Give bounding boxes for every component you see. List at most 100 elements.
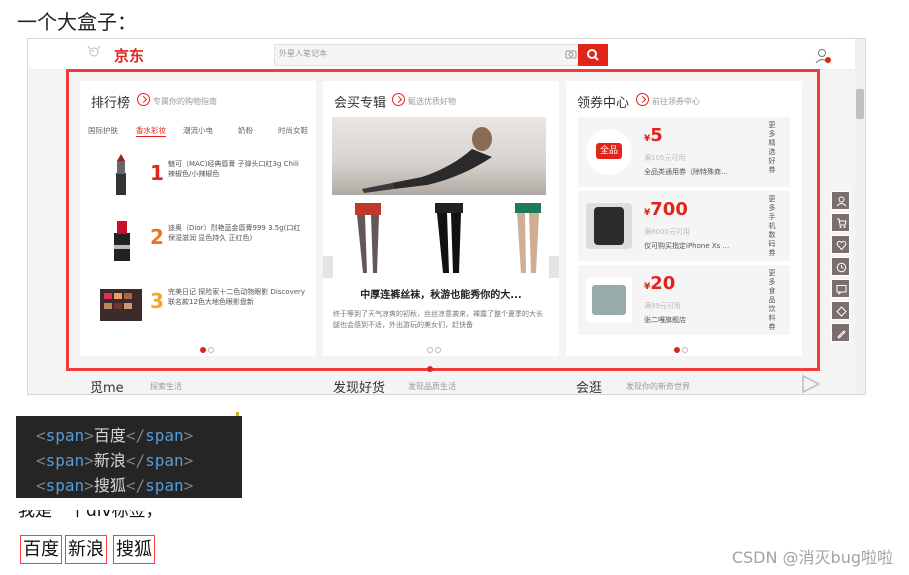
bottom-subtitle-1: 发现品质生活 [408,382,456,391]
sidebar-feedback-button[interactable] [831,323,850,342]
span-box: 新浪 [65,535,107,564]
rank-text: 魅可（MAC)经典唇膏 子弹头口红3g Chili 辣椒色/小辣椒色 [168,160,299,178]
feature-caption[interactable]: 中厚连裤丝袜，秋游也能秀你的大... [323,286,559,301]
rank-tab-0[interactable]: 国际护肤 [88,125,118,136]
code-block: <span>百度</span> <span>新浪</span> <span>搜狐… [16,416,242,498]
jd-screenshot: 京东 外星人笔记本 排行榜 专属你的购物指南 国际护肤 香水彩妆 潮流小电 奶粉… [27,38,866,395]
arrow-right-icon[interactable] [137,93,150,106]
eyeshadow-image [100,289,142,321]
jd-search-input[interactable]: 外星人笔记本 [274,44,586,66]
coupon-more-link[interactable]: 更多手机数码券 [766,195,778,258]
jd-logo[interactable]: 京东 [114,45,144,66]
rank-number: 2 [150,225,164,249]
coupon-panel: 领券中心 前往领券中心 全品类 ¥5 满105元可用 全品类通用券（除特殊商..… [566,81,802,356]
coupon-title[interactable]: 领券中心 [577,92,629,111]
rank-text: 完美日记 探险家十二色动物眼影 Discovery联名款12色大地色眼影盘新 [168,288,306,306]
coupon-more-link[interactable]: 更多精选好券 [766,121,778,175]
user-icon[interactable] [814,47,832,65]
feature-photo[interactable] [332,117,546,195]
service-icon [836,306,847,317]
model-photo [362,127,492,193]
coupon-item[interactable]: 全品类 ¥5 满105元可用 全品类通用券（除特殊商... 更多精选好券 [578,117,790,187]
coupon-name: 张二嘎旗舰店 [644,316,686,324]
coupon-price: ¥700 [644,199,688,220]
bottom-subtitle-0: 探索生活 [150,382,182,391]
bottom-subtitle-2: 发现你的新奇世界 [626,382,690,391]
sidebar-cart-button[interactable] [831,213,850,232]
coupon-condition: 满8000元可用 [644,228,690,236]
coupon-image [586,203,632,249]
code-line: <span>百度</span> [36,426,194,445]
coupon-name: 全品类通用券（除特殊商... [644,168,728,176]
iphone-image [594,207,624,245]
sidebar-history-button[interactable] [831,257,850,276]
coupon-price-value: 5 [650,125,663,146]
message-icon [836,285,847,295]
rank-item[interactable]: 3 完美日记 探险家十二色动物眼影 Discovery联名款12色大地色眼影盘新 [88,277,308,337]
lipstick-image [114,221,130,261]
play-icon[interactable] [798,373,824,395]
carousel-dot[interactable] [208,347,214,353]
arrow-right-icon[interactable] [392,93,405,106]
feature-description: 终于等到了天气凉爽的初秋，丝丝凉意袭来，裸露了整个夏季的大长腿也会感到不适，外出… [333,310,543,329]
sidebar-favorite-button[interactable] [831,235,850,254]
bottom-title-1: 发现好货 [333,381,386,395]
rank-item[interactable]: 2 迪奥（Dior）烈艳蓝金唇膏999 3.5g(口红 保湿滋润 显色持久 正红… [88,213,308,273]
coupon-more-link[interactable]: 更多食品饮料券 [766,269,778,332]
carousel-dot[interactable] [674,347,680,353]
coupon-price: ¥5 [644,125,663,146]
carousel-dot[interactable] [435,347,441,353]
camera-icon[interactable] [565,48,577,60]
rank-text: 迪奥（Dior）烈艳蓝金唇膏999 3.5g(口红 保湿滋润 显色持久 正红色) [168,224,301,242]
sidebar-service-button[interactable] [831,301,850,320]
section-heading: 一个大盒子： [17,10,137,34]
coupon-item[interactable]: ¥700 满8000元可用 仅可购买指定iPhone Xs ... 更多手机数码… [578,191,790,261]
carousel-prev-button[interactable] [323,256,333,278]
coupon-price-value: 20 [650,273,676,294]
carousel-dot[interactable] [427,347,433,353]
arrow-right-icon[interactable] [636,93,649,106]
sidebar-user-button[interactable] [831,191,850,210]
rank-tab-3[interactable]: 奶粉 [238,125,253,136]
carousel-dot[interactable] [682,347,688,353]
carousel-dot[interactable] [200,347,206,353]
rank-item[interactable]: 1 魅可（MAC)经典唇膏 子弹头口红3g Chili 辣椒色/小辣椒色 [88,149,308,209]
screenshot-scrollbar[interactable] [855,39,865,394]
coupon-image: 全品类 [586,129,632,175]
coupon-name: 仅可购买指定iPhone Xs ... [644,242,730,250]
rank-tab-4[interactable]: 时尚女鞋 [278,125,308,136]
rank-number: 1 [150,161,164,185]
lipstick-image [116,154,126,195]
heart-icon [836,240,847,251]
rank-subtitle: 专属你的购物指南 [153,97,217,106]
special-panel: 会买专辑 甄选优质好物 中厚连裤丝袜，秋游也能秀你的大... 终于等到了天气凉爽… [323,81,559,372]
code-line: <span>搜狐</span> [36,476,194,495]
carousel-dots [427,338,447,372]
span-box: 百度 [20,535,62,564]
floating-toolbar [831,191,851,347]
rank-tab-2[interactable]: 潮流小电 [183,125,213,136]
code-line: <span>新浪</span> [36,451,194,470]
carousel-dots [200,338,220,353]
bottom-title-0: 觅me [90,381,124,395]
sidebar-message-button[interactable] [831,279,850,298]
coupon-item[interactable]: ¥20 满99元可用 张二嘎旗舰店 更多食品饮料券 [578,265,790,335]
span-box: 搜狐 [113,535,155,564]
coupon-subtitle: 前往领券中心 [652,97,700,106]
clock-icon [836,262,847,273]
coupon-badge: 全品类 [596,143,622,172]
snack-image [592,285,626,315]
special-title[interactable]: 会买专辑 [334,92,386,111]
jd-dog-logo-icon [87,45,101,57]
special-subtitle: 甄选优质好物 [408,97,456,106]
jd-search-button[interactable] [578,44,608,66]
carousel-next-button[interactable] [549,256,559,278]
rank-title[interactable]: 排行榜 [91,92,130,111]
coupon-condition: 满105元可用 [644,154,686,162]
carousel-dot[interactable] [427,366,433,372]
jd-top-bar: 京东 外星人笔记本 [28,39,865,70]
cart-icon [837,218,847,228]
search-icon [587,49,599,61]
rank-tab-1[interactable]: 香水彩妆 [136,125,166,137]
scroll-thumb[interactable] [856,89,864,119]
